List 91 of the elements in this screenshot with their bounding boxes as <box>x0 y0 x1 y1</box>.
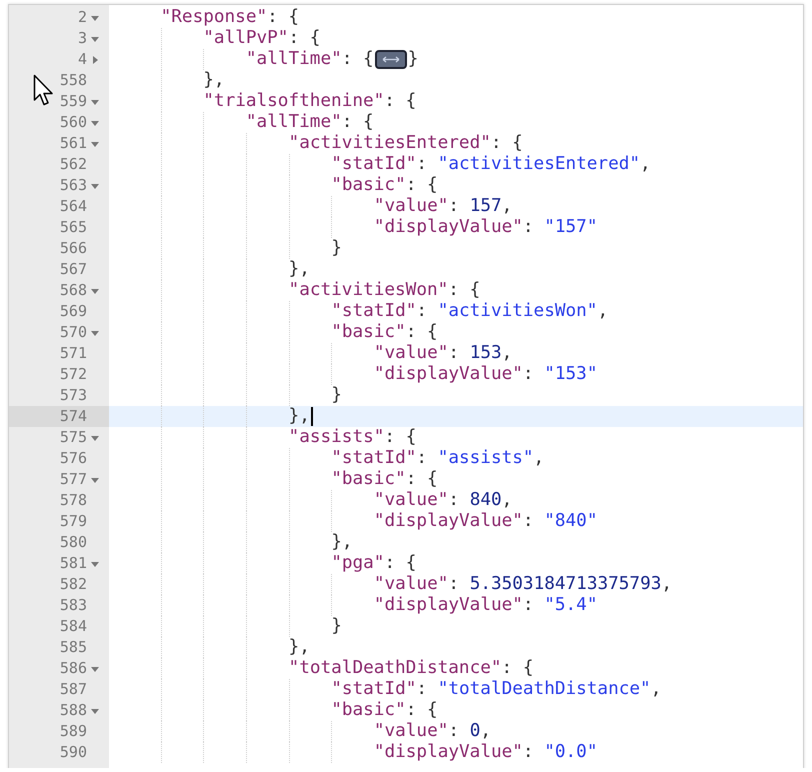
code-line: } <box>331 385 342 406</box>
fold-arrow-down-icon[interactable] <box>91 14 99 22</box>
mouse-pointer-icon <box>33 74 55 107</box>
line-number: 581 <box>60 553 87 574</box>
line-number: 561 <box>60 133 87 154</box>
line-number: 564 <box>60 196 87 217</box>
line-number: 558 <box>60 70 87 91</box>
code-line: } <box>331 616 342 637</box>
line-number: 565 <box>60 217 87 238</box>
code-line: }, <box>288 637 310 658</box>
code-line: "value": 840, <box>374 490 512 511</box>
line-number: 571 <box>60 343 87 364</box>
code-line: "value": 153, <box>374 343 512 364</box>
line-number: 577 <box>60 469 87 490</box>
fold-arrow-right-icon[interactable] <box>91 56 99 64</box>
code-line: "displayValue": "5.4" <box>374 595 598 616</box>
line-number: 589 <box>60 721 87 742</box>
code-line: "statId": "totalDeathDistance", <box>331 679 662 700</box>
line-number: 575 <box>60 427 87 448</box>
code-line: "displayValue": "840" <box>374 511 598 532</box>
code-line: }, <box>288 259 310 280</box>
code-line: "value": 0, <box>374 721 491 742</box>
fold-arrow-down-icon[interactable] <box>91 664 99 672</box>
line-number: 572 <box>60 364 87 385</box>
code-line: "displayValue": "0.0" <box>374 742 598 763</box>
code-line: }, <box>288 406 310 427</box>
fold-arrow-down-icon[interactable] <box>91 706 99 714</box>
code-line: "statId": "activitiesWon", <box>331 301 608 322</box>
code-line: "trialsofthenine": { <box>203 91 416 112</box>
code-line: "pga": { <box>331 553 416 574</box>
fold-arrow-down-icon[interactable] <box>91 434 99 442</box>
fold-arrow-down-icon[interactable] <box>91 118 99 126</box>
code-line: }, <box>331 532 352 553</box>
code-line: "basic": { <box>331 469 438 490</box>
code-line: "value": 157, <box>374 196 512 217</box>
line-number: 567 <box>60 259 87 280</box>
code-line: "basic": { <box>331 700 438 721</box>
line-number: 582 <box>60 574 87 595</box>
text-cursor <box>310 407 313 426</box>
code-line: "allTime": { <box>246 49 374 70</box>
fold-arrow-down-icon[interactable] <box>91 182 99 190</box>
fold-arrow-down-icon[interactable] <box>91 476 99 484</box>
line-number: 578 <box>60 490 87 511</box>
line-number: 580 <box>60 532 87 553</box>
fold-arrow-down-icon[interactable] <box>91 560 99 568</box>
line-number: 586 <box>60 658 87 679</box>
code-line: } <box>331 238 342 259</box>
line-number: 574 <box>60 406 87 427</box>
line-number: 569 <box>60 301 87 322</box>
line-number: 3 <box>78 28 87 49</box>
code-line: "statId": "activitiesEntered", <box>331 154 651 175</box>
line-number: 566 <box>60 238 87 259</box>
code-line: "allPvP": { <box>203 28 320 49</box>
code-line: "activitiesEntered": { <box>288 133 523 154</box>
line-number: 560 <box>60 112 87 133</box>
code-line: "statId": "assists", <box>331 448 544 469</box>
line-number: 568 <box>60 280 87 301</box>
fold-arrow-down-icon[interactable] <box>91 140 99 148</box>
code-line: "assists": { <box>288 427 416 448</box>
fold-arrow-down-icon[interactable] <box>91 98 99 106</box>
code-line: } <box>408 49 418 70</box>
code-line: "allTime": { <box>246 112 374 133</box>
code-line: "totalDeathDistance": { <box>288 658 534 679</box>
line-number: 587 <box>60 679 87 700</box>
code-line: "displayValue": "157" <box>374 217 598 238</box>
code-line: "basic": { <box>331 322 438 343</box>
line-number: 584 <box>60 616 87 637</box>
code-line: "displayValue": "153" <box>374 364 598 385</box>
line-number: 573 <box>60 385 87 406</box>
line-number: 590 <box>60 742 87 763</box>
line-number: 576 <box>60 448 87 469</box>
code-editor[interactable] <box>8 4 804 768</box>
fold-arrow-down-icon[interactable] <box>91 286 99 294</box>
code-line: "value": 5.3503184713375793, <box>374 574 672 595</box>
code-line: "Response": { <box>160 7 300 28</box>
folded-code-icon[interactable] <box>374 50 407 69</box>
line-number: 2 <box>78 7 87 28</box>
line-number: 570 <box>60 322 87 343</box>
code-line: "basic": { <box>331 175 438 196</box>
fold-arrow-down-icon[interactable] <box>91 328 99 336</box>
fold-arrow-down-icon[interactable] <box>91 34 99 42</box>
line-number: 579 <box>60 511 87 532</box>
line-number: 4 <box>78 49 87 70</box>
line-number: 562 <box>60 154 87 175</box>
line-number: 583 <box>60 595 87 616</box>
line-number: 585 <box>60 637 87 658</box>
line-number: 559 <box>60 91 87 112</box>
code-line: }, <box>203 70 225 91</box>
line-number: 563 <box>60 175 87 196</box>
line-number: 588 <box>60 700 87 721</box>
code-line: "activitiesWon": { <box>288 280 480 301</box>
